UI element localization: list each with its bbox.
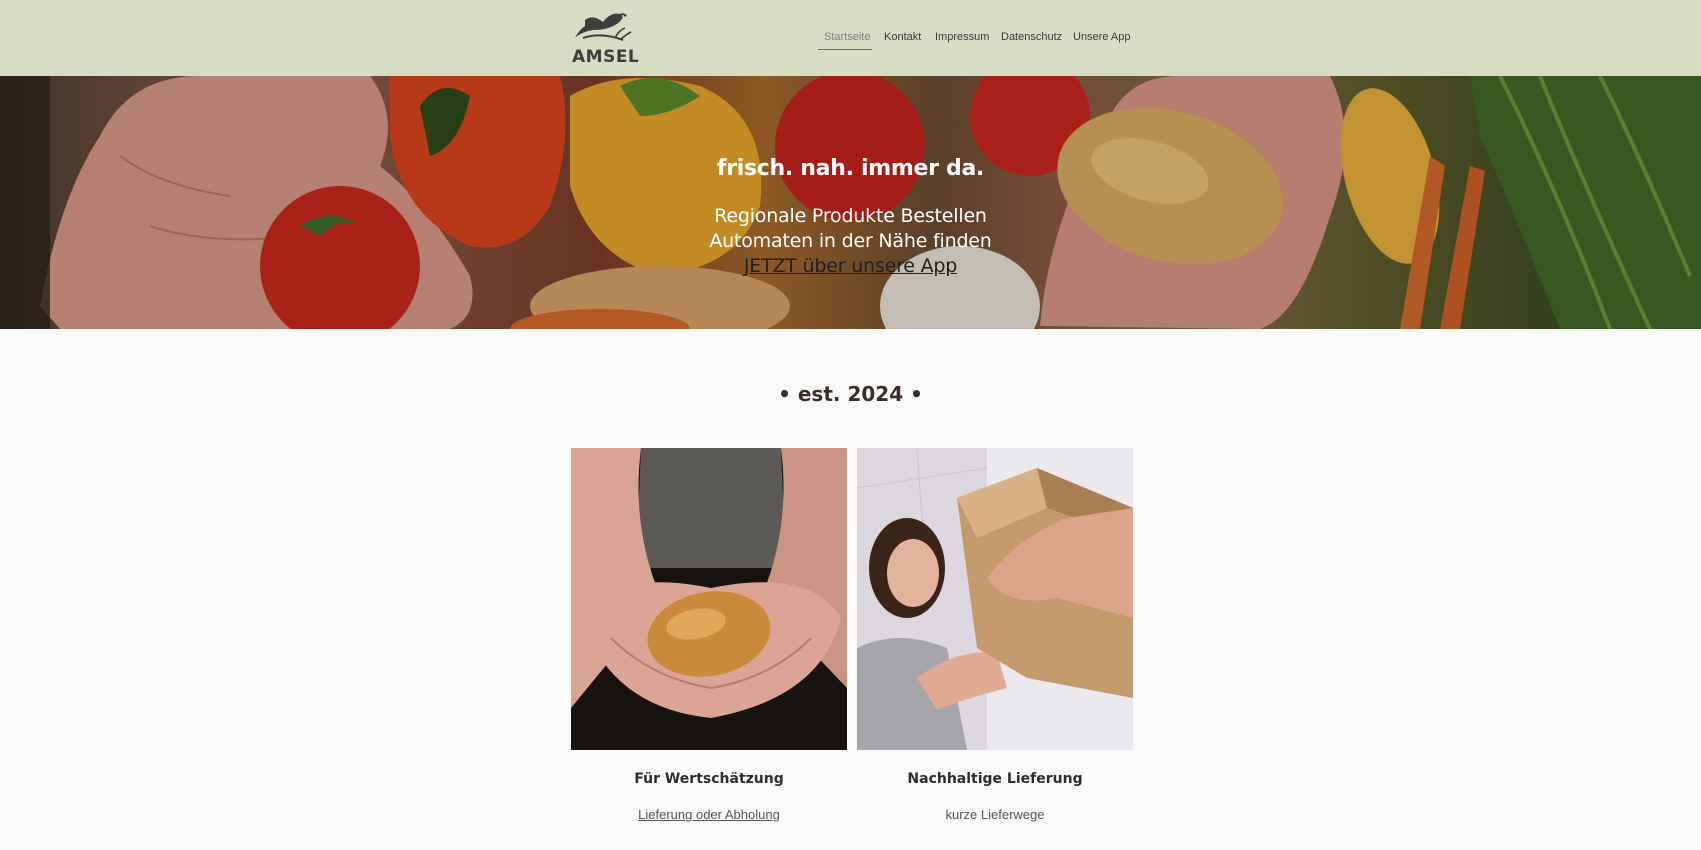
card-title-wertschaetzung: Für Wertschätzung	[634, 771, 784, 787]
nav-item-datenschutz[interactable]: Datenschutz	[1001, 31, 1062, 43]
nav-item-startseite[interactable]: Startseite	[824, 31, 870, 43]
bird-icon	[575, 13, 632, 41]
card-image-delivery	[857, 448, 1133, 750]
hero-link-wrapper: JETZT über unsere App	[0, 255, 1701, 277]
card-image-potato-hands	[571, 448, 847, 750]
nav-item-kontakt[interactable]: Kontakt	[884, 31, 921, 43]
hero-app-link[interactable]: JETZT über unsere App	[744, 255, 957, 277]
hero-title: frisch. nah. immer da.	[716, 156, 985, 181]
logo-text: AMSEL	[572, 47, 640, 67]
nav-item-unsere-app[interactable]: Unsere App	[1073, 31, 1130, 43]
hero-line-products: Regionale Produkte Bestellen	[714, 205, 987, 227]
nav-item-impressum[interactable]: Impressum	[935, 31, 989, 43]
card-link-lieferung-abholung[interactable]: Lieferung oder Abholung	[571, 807, 847, 822]
logo[interactable]: AMSEL	[569, 8, 639, 68]
hero-banner: frisch. nah. immer da. Regionale Produkt…	[0, 76, 1701, 329]
active-nav-underline	[818, 49, 872, 50]
hero-line-automaten: Automaten in der Nähe finden	[709, 230, 992, 252]
established-heading: • est. 2024 •	[778, 382, 923, 406]
card-title-nachhaltige-lieferung: Nachhaltige Lieferung	[907, 771, 1083, 787]
card-sub-lieferwege: kurze Lieferwege	[945, 807, 1045, 822]
site-header: AMSEL Startseite Kontakt Impressum Daten…	[0, 0, 1701, 76]
